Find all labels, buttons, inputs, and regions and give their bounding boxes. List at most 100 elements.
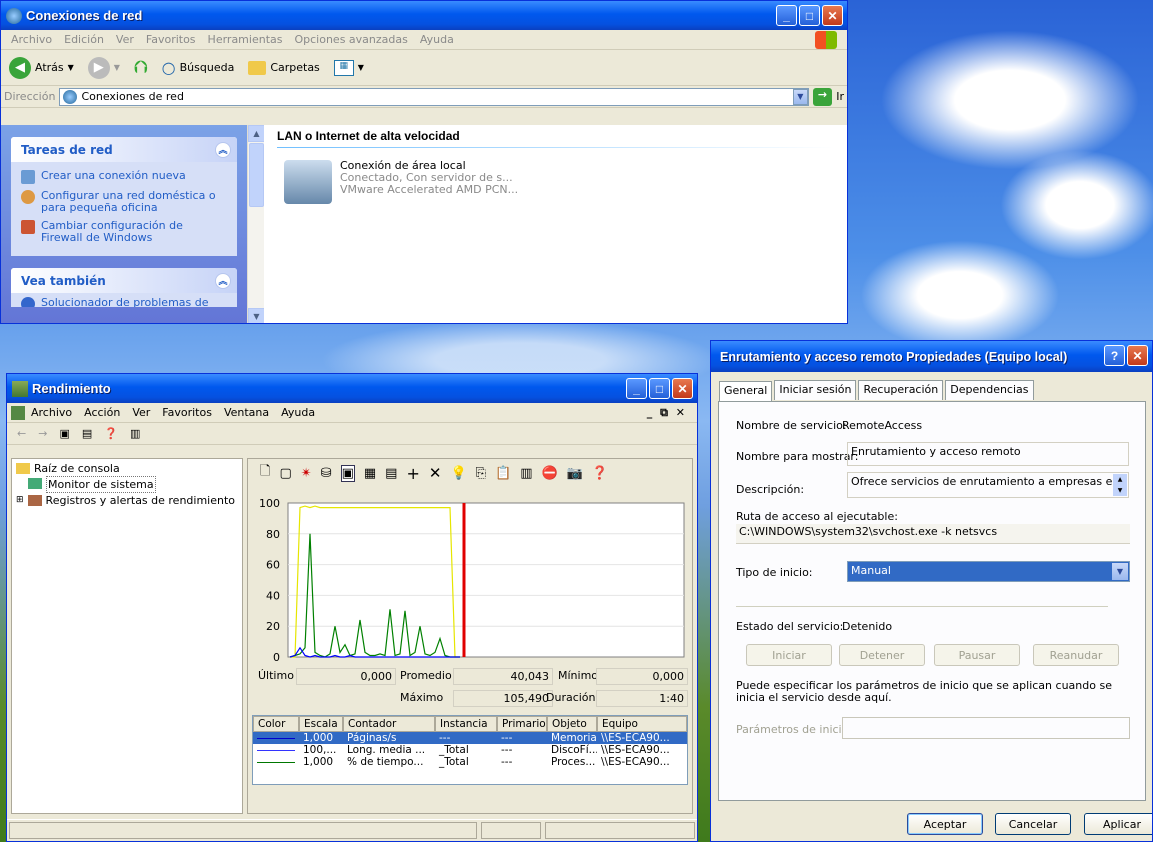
address-field[interactable]: Conexiones de red ▼ xyxy=(59,87,809,106)
forward-button[interactable]: ▶ ▼ xyxy=(84,55,124,81)
description-scroll[interactable]: ▲ ▼ xyxy=(1113,474,1127,496)
stop-button[interactable]: Detener xyxy=(839,644,925,666)
ok-button[interactable]: Aceptar xyxy=(907,813,983,835)
close-button[interactable]: ✕ xyxy=(1127,345,1148,366)
current-activity-icon[interactable]: ✴ xyxy=(301,466,312,481)
tree-root[interactable]: Raíz de consola xyxy=(16,461,238,476)
col-object[interactable]: Objeto xyxy=(547,716,597,732)
tab-logon[interactable]: Iniciar sesión xyxy=(774,380,857,400)
mdi-controls[interactable]: _ ⧉ ✕ xyxy=(641,406,693,420)
tree-system-monitor[interactable]: Monitor de sistema xyxy=(16,476,238,493)
chevron-down-icon[interactable]: ▼ xyxy=(792,88,808,105)
add-counter-icon[interactable]: + xyxy=(406,464,419,483)
counter-row[interactable]: 100,... Long. media ... _Total --- DiscoFí..… xyxy=(253,744,687,756)
view-histogram-icon[interactable]: ▦ xyxy=(364,466,376,481)
counter-row[interactable]: 1,000 % de tiempo... _Total --- Proces... \\E… xyxy=(253,756,687,768)
view-log-data-icon[interactable]: ⛁ xyxy=(321,466,332,481)
title-bar[interactable]: Rendimiento _ □ ✕ xyxy=(7,374,697,403)
go-arrow-icon[interactable]: → xyxy=(812,87,833,106)
menu-archivo[interactable]: Archivo xyxy=(5,33,58,46)
minimize-button[interactable]: _ xyxy=(626,378,647,399)
folders-button[interactable]: Carpetas xyxy=(244,59,323,77)
highlight-icon[interactable]: 💡 xyxy=(450,466,466,481)
title-bar[interactable]: Conexiones de red _ □ ✕ xyxy=(1,1,847,30)
menu-accion[interactable]: Acción xyxy=(78,406,126,419)
clear-display-icon[interactable]: ▢ xyxy=(279,466,291,481)
start-button[interactable]: Iniciar xyxy=(746,644,832,666)
panel-header[interactable]: Vea también ︽ xyxy=(11,268,237,293)
help-button[interactable]: ? xyxy=(1104,345,1125,366)
menu-favoritos[interactable]: Favoritos xyxy=(156,406,218,419)
forward-arrow-icon[interactable]: → xyxy=(32,427,53,440)
counter-row[interactable]: 1,000 Páginas/s --- --- Memoria \\ES-ECA90... xyxy=(253,732,687,744)
menu-ver[interactable]: Ver xyxy=(110,33,140,46)
menu-ver[interactable]: Ver xyxy=(126,406,156,419)
search-button[interactable]: ○ Búsqueda xyxy=(158,56,239,79)
properties-icon[interactable]: ▥ xyxy=(520,466,532,481)
apply-button[interactable]: Aplicar xyxy=(1084,813,1152,835)
menu-ventana[interactable]: Ventana xyxy=(218,406,275,419)
see-also-troubleshooter[interactable]: Solucionador de problemas de xyxy=(21,297,227,307)
scroll-up-icon[interactable]: ▲ xyxy=(248,125,265,142)
tab-general[interactable]: General xyxy=(719,381,773,401)
pause-button[interactable]: Pausar xyxy=(934,644,1020,666)
views-button[interactable]: ▦ ▼ xyxy=(330,58,368,78)
show-tree-icon[interactable]: ▤ xyxy=(76,427,98,440)
tab-dependencies[interactable]: Dependencias xyxy=(945,380,1034,400)
up-icon[interactable]: ▣ xyxy=(53,427,75,440)
delete-counter-icon[interactable]: ✕ xyxy=(429,464,442,482)
resume-button[interactable]: Reanudar xyxy=(1033,644,1119,666)
col-color[interactable]: Color xyxy=(253,716,299,732)
scroll-down-icon[interactable]: ▼ xyxy=(248,308,265,323)
collapse-icon[interactable]: ︽ xyxy=(215,272,231,289)
minimize-button[interactable]: _ xyxy=(776,5,797,26)
panel-header[interactable]: Tareas de red ︽ xyxy=(11,137,237,162)
chevron-down-icon[interactable]: ▼ xyxy=(1112,563,1128,580)
col-computer[interactable]: Equipo xyxy=(597,716,687,732)
close-button[interactable]: ✕ xyxy=(672,378,693,399)
up-folder-button[interactable]: ⮉ xyxy=(130,55,152,80)
col-counter[interactable]: Contador xyxy=(343,716,435,732)
task-home-network[interactable]: Configurar una red doméstica o para pequ… xyxy=(21,190,227,214)
menu-herramientas[interactable]: Herramientas xyxy=(202,33,289,46)
help-icon[interactable]: ❓ xyxy=(98,427,124,440)
col-instance[interactable]: Instancia xyxy=(435,716,497,732)
title-bar[interactable]: Enrutamiento y acceso remoto Propiedades… xyxy=(711,341,1152,372)
maximize-button[interactable]: □ xyxy=(799,5,820,26)
copy-properties-icon[interactable]: ⎘ xyxy=(476,466,486,481)
menu-ayuda[interactable]: Ayuda xyxy=(275,406,321,419)
menu-favoritos[interactable]: Favoritos xyxy=(140,33,202,46)
view-report-icon[interactable]: ▤ xyxy=(385,466,397,481)
task-create-connection[interactable]: Crear una conexión nueva xyxy=(21,170,227,184)
maximize-button[interactable]: □ xyxy=(649,378,670,399)
properties-icon[interactable]: ▥ xyxy=(124,427,146,440)
help-icon[interactable]: ❓ xyxy=(592,466,608,481)
cancel-button[interactable]: Cancelar xyxy=(995,813,1071,835)
freeze-display-icon[interactable]: ⛔ xyxy=(542,466,558,481)
col-parent[interactable]: Primario xyxy=(497,716,547,732)
connection-item[interactable]: Conexión de área local Conectado, Con se… xyxy=(264,148,847,216)
description-field[interactable]: Ofrece servicios de enrutamiento a empre… xyxy=(847,472,1129,498)
paste-counter-icon[interactable]: 📋 xyxy=(495,466,511,481)
view-graph-icon[interactable]: ▣ xyxy=(340,464,355,482)
collapse-icon[interactable]: ︽ xyxy=(215,141,231,158)
scrollbar-vertical[interactable]: ▲ ▼ xyxy=(247,125,265,323)
update-data-icon[interactable]: 📷 xyxy=(567,466,583,481)
display-name-field[interactable]: Enrutamiento y acceso remoto xyxy=(847,442,1129,466)
tab-recovery[interactable]: Recuperación xyxy=(858,380,944,400)
menu-opciones-avanzadas[interactable]: Opciones avanzadas xyxy=(288,33,413,46)
scroll-thumb[interactable] xyxy=(249,143,264,207)
col-scale[interactable]: Escala xyxy=(299,716,343,732)
task-firewall[interactable]: Cambiar configuración de Firewall de Win… xyxy=(21,220,227,244)
back-arrow-icon[interactable]: ← xyxy=(11,427,32,440)
tree-logs-alerts[interactable]: ⊞ Registros y alertas de rendimiento xyxy=(16,493,238,508)
params-field[interactable] xyxy=(842,717,1130,739)
back-button[interactable]: ◀ Atrás ▼ xyxy=(5,55,78,81)
new-counter-set-icon[interactable]: 🗋 xyxy=(260,462,270,484)
menu-ayuda[interactable]: Ayuda xyxy=(414,33,460,46)
menu-archivo[interactable]: Archivo xyxy=(25,406,78,419)
startup-type-select[interactable]: Manual ▼ xyxy=(847,561,1130,582)
menu-edicion[interactable]: Edición xyxy=(58,33,110,46)
close-button[interactable]: ✕ xyxy=(822,5,843,26)
go-button[interactable]: Ir xyxy=(836,90,844,103)
